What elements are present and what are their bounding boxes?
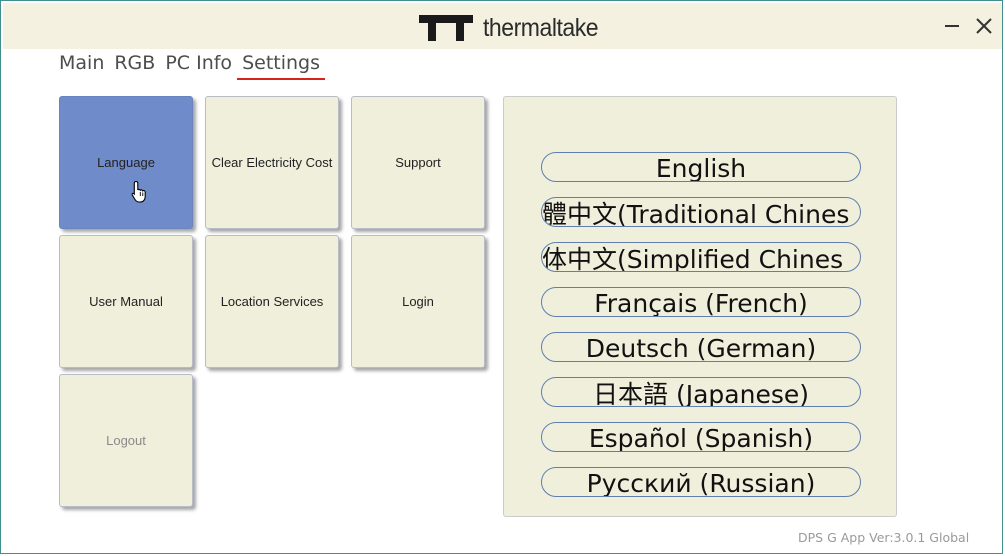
language-option-japanese[interactable]: 日本語 (Japanese) — [541, 377, 861, 407]
close-icon — [976, 18, 992, 34]
language-option-label: English — [655, 153, 747, 182]
language-option-label: Français (French) — [594, 288, 808, 317]
language-tile[interactable]: Language — [59, 96, 193, 229]
language-option-traditional-chinese[interactable]: 體中文(Traditional Chines — [541, 197, 861, 227]
language-option-label: 體中文(Traditional Chines — [542, 200, 850, 227]
brand-logo: thermaltake — [419, 13, 608, 43]
language-option-russian[interactable]: Русский (Russian) — [541, 467, 861, 497]
app-window: thermaltake Main RGB PC Info Settings La… — [0, 0, 1003, 554]
clear-electricity-cost-tile[interactable]: Clear Electricity Cost — [205, 96, 339, 229]
language-option-label: Deutsch (German) — [585, 333, 817, 362]
language-option-label: Español (Spanish) — [588, 423, 814, 452]
tab-main[interactable]: Main — [59, 51, 104, 75]
language-option-simplified-chinese[interactable]: 体中文(Simplified Chines — [541, 242, 861, 272]
location-services-tile[interactable]: Location Services — [205, 235, 339, 368]
language-panel: English 體中文(Traditional Chines 体中文(Simpl… — [503, 96, 897, 517]
hand-pointer-icon — [131, 180, 146, 203]
title-bar: thermaltake — [3, 3, 1002, 49]
tab-rgb[interactable]: RGB — [114, 51, 155, 75]
language-option-english[interactable]: English — [541, 152, 861, 182]
support-tile[interactable]: Support — [351, 96, 485, 229]
language-option-french[interactable]: Français (French) — [541, 287, 861, 317]
minimize-button[interactable] — [941, 15, 963, 37]
version-label: DPS G App Ver:3.0.1 Global — [798, 530, 970, 545]
language-option-label: 日本語 (Japanese) — [593, 380, 809, 407]
login-tile[interactable]: Login — [351, 235, 485, 368]
close-button[interactable] — [973, 15, 995, 37]
language-option-german[interactable]: Deutsch (German) — [541, 332, 861, 362]
tab-pc-info[interactable]: PC Info — [165, 51, 232, 75]
logout-tile[interactable]: Logout — [59, 374, 193, 507]
language-option-spanish[interactable]: Español (Spanish) — [541, 422, 861, 452]
language-option-label: 体中文(Simplified Chines — [542, 245, 844, 272]
brand-name: thermaltake — [483, 14, 599, 42]
main-tabs: Main RGB PC Info Settings — [59, 51, 330, 85]
language-option-label: Русский (Russian) — [586, 468, 816, 497]
thermaltake-logo-icon — [419, 15, 473, 41]
minimize-icon — [945, 25, 959, 27]
user-manual-tile[interactable]: User Manual — [59, 235, 193, 368]
tab-settings[interactable]: Settings — [237, 51, 325, 80]
